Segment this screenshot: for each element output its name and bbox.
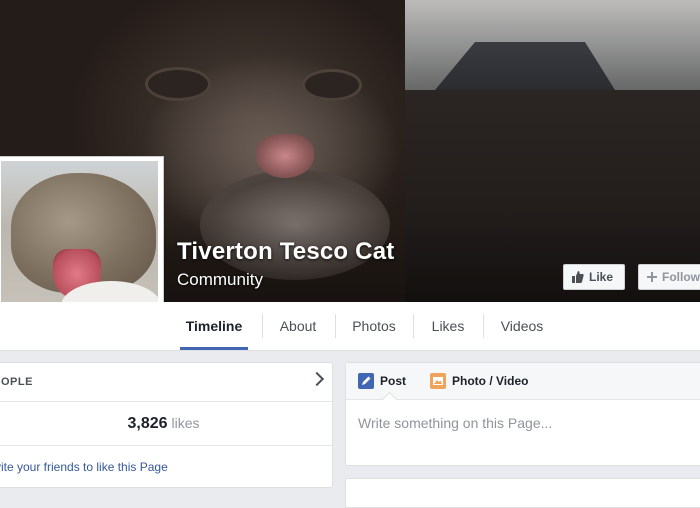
composer-photo-label: Photo / Video bbox=[452, 374, 529, 388]
page-category[interactable]: Community bbox=[177, 270, 263, 290]
invite-friends-link[interactable]: vite your friends to like this Page bbox=[0, 460, 168, 474]
page-title[interactable]: Tiverton Tesco Cat bbox=[177, 238, 394, 266]
like-button-label: Like bbox=[589, 270, 614, 284]
chevron-right-icon[interactable] bbox=[309, 371, 325, 387]
tab-likes[interactable]: Likes bbox=[424, 302, 472, 350]
likes-summary: 3,826 likes bbox=[0, 401, 332, 446]
tab-divider bbox=[483, 314, 484, 338]
people-card: OPLE 3,826 likes vite your friends to lik… bbox=[0, 362, 333, 488]
likes-count: 3,826 bbox=[127, 415, 168, 432]
tab-divider bbox=[335, 314, 336, 338]
likes-label: likes bbox=[171, 415, 200, 431]
follow-button[interactable]: Follow bbox=[638, 264, 700, 290]
profile-image bbox=[1, 161, 158, 324]
composer-input[interactable]: Write something on this Page... bbox=[358, 415, 552, 431]
tab-about[interactable]: About bbox=[272, 302, 324, 350]
cat-nose bbox=[256, 134, 314, 178]
tab-photos[interactable]: Photos bbox=[345, 302, 403, 350]
composer-post-label: Post bbox=[380, 374, 407, 388]
page-navbar: Timeline About Photos Likes Videos bbox=[0, 302, 700, 351]
cat-eye-right bbox=[305, 72, 359, 98]
composer-tab-post[interactable]: Post bbox=[358, 363, 406, 399]
tab-videos[interactable]: Videos bbox=[494, 302, 550, 350]
tab-divider bbox=[262, 314, 263, 338]
follow-button-label: Follow bbox=[662, 270, 700, 284]
cat-eye-left bbox=[148, 70, 208, 98]
tab-timeline[interactable]: Timeline bbox=[180, 302, 248, 350]
plus-icon bbox=[647, 272, 657, 282]
tab-divider bbox=[413, 314, 414, 338]
composer-tabs: Post Photo / Video bbox=[346, 363, 700, 408]
like-button[interactable]: Like bbox=[563, 264, 625, 290]
pencil-icon bbox=[358, 373, 374, 389]
thumbs-up-icon bbox=[572, 271, 584, 283]
people-card-header[interactable]: OPLE bbox=[0, 363, 332, 402]
people-card-title: OPLE bbox=[1, 376, 33, 388]
post-composer: Post Photo / Video Write something on th… bbox=[345, 362, 700, 466]
photo-icon bbox=[430, 373, 446, 389]
composer-tab-photo-video[interactable]: Photo / Video bbox=[430, 363, 528, 399]
next-post-card bbox=[345, 478, 700, 508]
